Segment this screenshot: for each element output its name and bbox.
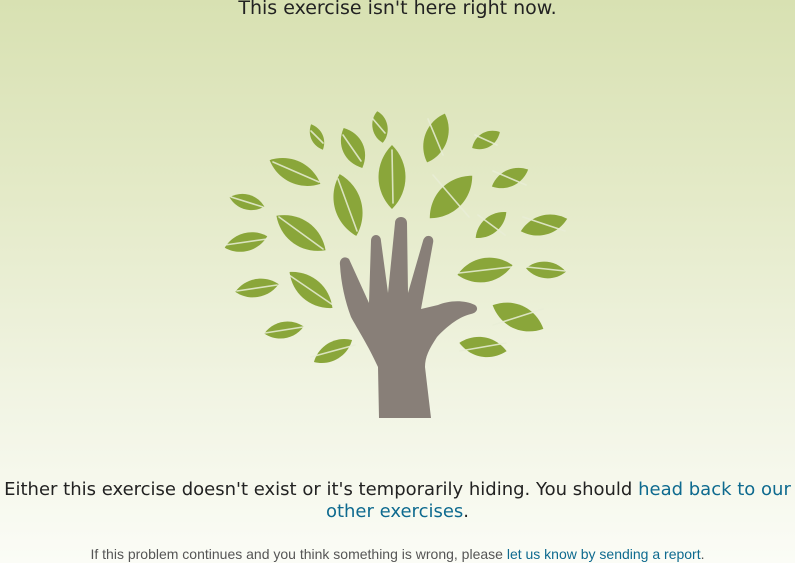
send-report-link[interactable]: let us know by sending a report	[507, 546, 701, 562]
report-text: If this problem continues and you think …	[90, 546, 507, 562]
page-title: This exercise isn't here right now.	[238, 0, 557, 19]
message-text: Either this exercise doesn't exist or it…	[4, 479, 639, 500]
hand-tree-icon	[223, 105, 573, 423]
message-period: .	[463, 501, 470, 522]
report-period: .	[700, 546, 705, 562]
report-note: If this problem continues and you think …	[0, 546, 795, 562]
not-found-message: Either this exercise doesn't exist or it…	[0, 479, 795, 523]
